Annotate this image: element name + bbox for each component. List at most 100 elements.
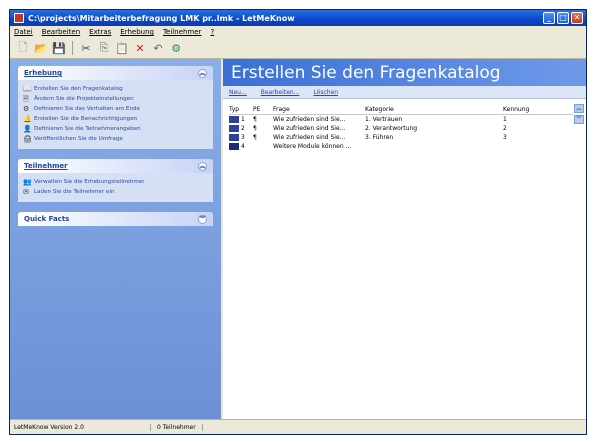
action-bar: Neu... Bearbeiten... Löschen <box>223 86 586 99</box>
column-header-kennung[interactable]: Kennung <box>503 106 569 113</box>
delete-icon[interactable]: ✕ <box>133 41 147 55</box>
app-window: C:\projects\Mitarbeiterbefragung LMK pr.… <box>9 9 587 435</box>
table-row[interactable]: 4 Weitere Module können ... <box>229 142 573 151</box>
menu-help[interactable]: ? <box>210 28 214 36</box>
app-icon <box>14 13 24 23</box>
status-participants: 0 Teilnehmer <box>157 423 203 431</box>
panel-quickfacts-title: Quick Facts <box>24 215 70 223</box>
task-item-teilnehmerangaben[interactable]: 👤 Definieren Sie die Teilnehmerangaben <box>23 124 208 134</box>
edit-link[interactable]: Bearbeiten... <box>261 89 300 96</box>
row-frage: Weitere Module können ... <box>273 143 352 150</box>
publish-icon: 🖨 <box>23 135 32 143</box>
menu-extras[interactable]: Extras <box>89 28 111 36</box>
chevron-up-icon[interactable]: ︽ <box>198 161 207 171</box>
minimize-button[interactable]: _ <box>543 12 555 24</box>
cut-icon[interactable]: ✂ <box>79 41 93 55</box>
column-header-pe[interactable]: PE <box>253 106 273 113</box>
mail-icon: ✉ <box>23 188 29 196</box>
question-type-icon <box>229 134 239 141</box>
column-header-kategorie[interactable]: Kategorie <box>365 106 503 113</box>
panel-quickfacts: Quick Facts ︾ <box>18 212 213 226</box>
main-content: Erstellen Sie den Fragenkatalog Neu... B… <box>223 59 586 420</box>
panel-teilnehmer-header[interactable]: Teilnehmer ︽ <box>18 159 213 173</box>
task-item-einladen[interactable]: ✉ Laden Sie die Teilnehmer ein <box>23 187 208 197</box>
row-typ: 1 <box>241 116 245 123</box>
task-pane: Erhebung ︽ 📖 Erstellen Sie den Fragenkata… <box>10 59 221 420</box>
row-pe: ¶ <box>253 116 257 123</box>
task-item-benachrichtigungen[interactable]: 🔔 Erstellen Sie die Benachrichtigungen <box>23 114 208 124</box>
task-item-label: Verwalten Sie die Erhebungsteilnehmer <box>34 179 145 185</box>
save-icon[interactable]: 💾 <box>52 41 66 55</box>
delete-link[interactable]: Löschen <box>313 89 338 96</box>
menu-teilnehmer[interactable]: Teilnehmer <box>163 28 201 36</box>
chevron-up-icon[interactable]: ︽ <box>198 68 207 78</box>
status-bar: LetMeKnow Version 2.0 0 Teilnehmer <box>10 419 586 434</box>
manage-users-icon: 👥 <box>23 178 32 186</box>
move-down-icon[interactable]: ︾ <box>574 115 584 124</box>
table-header: Typ PE Frage Kategorie Kennung <box>229 104 573 115</box>
question-type-icon <box>229 125 239 132</box>
panel-teilnehmer-title: Teilnehmer <box>24 162 68 170</box>
task-item-verwalten[interactable]: 👥 Verwalten Sie die Erhebungsteilnehmer <box>23 177 208 187</box>
panel-erhebung-header[interactable]: Erhebung ︽ <box>18 66 213 80</box>
status-version: LetMeKnow Version 2.0 <box>14 423 151 431</box>
row-typ: 2 <box>241 125 245 132</box>
title-bar: C:\projects\Mitarbeiterbefragung LMK pr.… <box>10 10 586 26</box>
settings-icon: 🗎 <box>23 95 29 103</box>
participant-data-icon: 👤 <box>23 125 32 133</box>
new-link[interactable]: Neu... <box>229 89 247 96</box>
paste-icon[interactable]: 📋 <box>115 41 129 55</box>
new-icon[interactable]: 🗋 <box>16 41 30 55</box>
menu-bearbeiten[interactable]: Bearbeiten <box>42 28 80 36</box>
question-type-icon <box>229 116 239 123</box>
settings-icon[interactable]: ⚙ <box>169 41 183 55</box>
row-kategorie: 3. Führen <box>365 134 394 141</box>
list-scroll-buttons: ︽ ︾ <box>574 104 584 124</box>
task-item-projekteinstellungen[interactable]: 🗎 Ändern Sie die Projekteinstellungen <box>23 94 208 104</box>
window-title: C:\projects\Mitarbeiterbefragung LMK pr.… <box>28 13 295 23</box>
task-item-label: Definieren Sie das Verhalten am Ende <box>34 106 140 112</box>
page-title: Erstellen Sie den Fragenkatalog <box>223 59 586 86</box>
close-button[interactable]: ✕ <box>571 12 583 24</box>
row-pe: ¶ <box>253 125 257 132</box>
copy-icon[interactable]: ⎘ <box>97 41 111 55</box>
task-item-label: Erstellen Sie die Benachrichtigungen <box>34 116 138 122</box>
row-frage: Wie zufrieden sind Sie... <box>273 125 346 132</box>
task-item-fragenkatalog[interactable]: 📖 Erstellen Sie den Fragenkatalog <box>23 84 208 94</box>
task-item-verhalten[interactable]: ⚙ Definieren Sie das Verhalten am Ende <box>23 104 208 114</box>
task-item-label: Laden Sie die Teilnehmer ein <box>34 189 115 195</box>
panel-erhebung-title: Erhebung <box>24 69 62 77</box>
row-kategorie: 2. Verantwortung <box>365 125 418 132</box>
task-item-label: Erstellen Sie den Fragenkatalog <box>34 86 123 92</box>
row-frage: Wie zufrieden sind Sie... <box>273 116 346 123</box>
table-row[interactable]: 2 ¶ Wie zufrieden sind Sie... 2. Verantw… <box>229 124 573 133</box>
row-typ: 3 <box>241 134 245 141</box>
task-item-label: Ändern Sie die Projekteinstellungen <box>34 96 134 102</box>
table-row[interactable]: 1 ¶ Wie zufrieden sind Sie... 1. Vertrau… <box>229 115 573 124</box>
task-item-label: Definieren Sie die Teilnehmerangaben <box>34 126 141 132</box>
module-icon <box>229 143 239 150</box>
column-header-typ[interactable]: Typ <box>229 106 253 113</box>
row-typ: 4 <box>241 143 245 150</box>
move-up-icon[interactable]: ︽ <box>574 104 584 113</box>
menu-bar: Datei Bearbeiten Extras Erhebung Teilneh… <box>10 26 586 38</box>
notification-icon: 🔔 <box>23 115 32 123</box>
toolbar: 🗋 📂 💾 ✂ ⎘ 📋 ✕ ↶ ⚙ <box>10 38 586 59</box>
panel-erhebung: Erhebung ︽ 📖 Erstellen Sie den Fragenkata… <box>18 66 213 149</box>
menu-datei[interactable]: Datei <box>14 28 33 36</box>
menu-erhebung[interactable]: Erhebung <box>120 28 154 36</box>
open-icon[interactable]: 📂 <box>34 41 48 55</box>
behavior-icon: ⚙ <box>23 105 30 113</box>
row-pe: ¶ <box>253 134 257 141</box>
row-kennung: 1 <box>503 116 507 123</box>
panel-quickfacts-header[interactable]: Quick Facts ︾ <box>18 212 213 226</box>
column-header-frage[interactable]: Frage <box>273 106 365 113</box>
task-item-veroeffentlichen[interactable]: 🖨 Veröffentlichen Sie die Umfrage <box>23 134 208 144</box>
maximize-button[interactable]: □ <box>557 12 569 24</box>
row-kategorie: 1. Vertrauen <box>365 116 403 123</box>
toolbar-separator <box>72 41 73 55</box>
question-table: Typ PE Frage Kategorie Kennung 1 ¶ Wie z… <box>229 104 573 151</box>
undo-icon[interactable]: ↶ <box>151 41 165 55</box>
chevron-down-icon[interactable]: ︾ <box>198 214 207 224</box>
table-row[interactable]: 3 ¶ Wie zufrieden sind Sie... 3. Führen … <box>229 133 573 142</box>
